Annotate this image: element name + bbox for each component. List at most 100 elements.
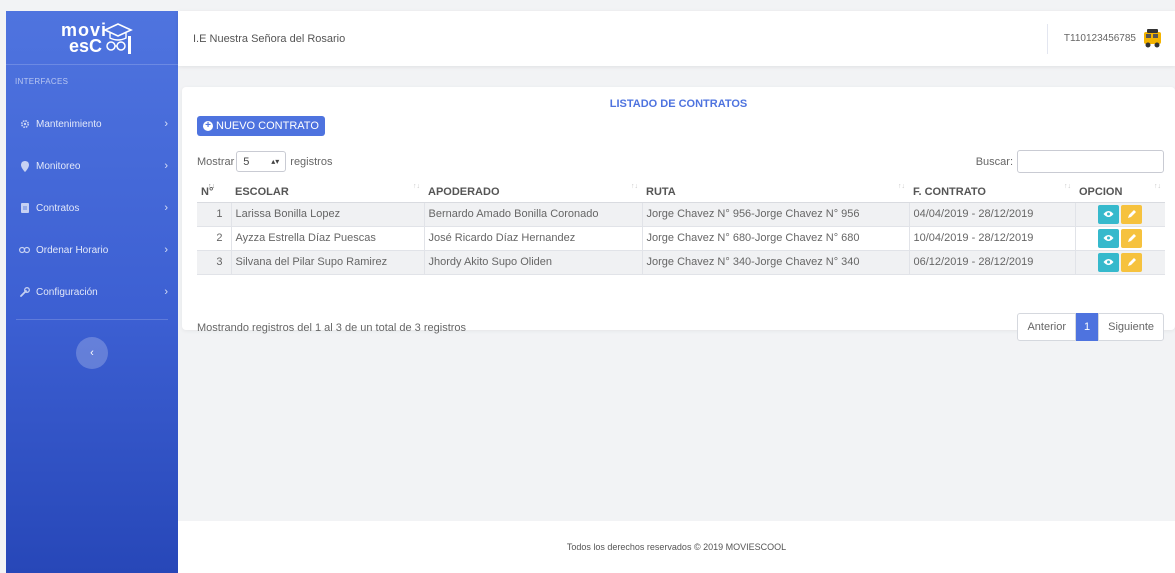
sidebar-item-label: Configuración (36, 286, 98, 298)
cell-escolar: Larissa Bonilla Lopez (230, 202, 424, 227)
search-label: Buscar: (975, 155, 1013, 168)
chevron-right-icon: › (164, 202, 168, 214)
sort-icon: ↑↓ (1154, 183, 1161, 190)
edit-button[interactable] (1121, 252, 1143, 272)
column-header-apoderado[interactable]: APODERADO ↑↓ (424, 183, 642, 203)
view-button[interactable] (1098, 228, 1120, 248)
document-icon (19, 203, 30, 214)
brand-logo[interactable]: movi esC (47, 18, 137, 58)
select-arrows-icon: ▴▾ (271, 157, 280, 166)
eye-icon (1103, 211, 1114, 217)
page-title: LISTADO DE CONTRATOS (609, 98, 748, 110)
chevron-right-icon: › (164, 118, 168, 130)
cell-ruta: Jorge Chavez N° 680-Jorge Chavez N° 680 (641, 226, 909, 251)
sidebar-item-monitoreo[interactable]: Monitoreo › (6, 145, 178, 187)
new-contract-button[interactable]: + NUEVO CONTRATO (197, 116, 325, 136)
sort-icon: ↑↓ (208, 183, 215, 190)
cell-fecha: 04/04/2019 - 28/12/2019 (908, 202, 1075, 227)
column-header-ruta[interactable]: RUTA ↑↓ (642, 183, 909, 203)
cell-ruta: Jorge Chavez N° 340-Jorge Chavez N° 340 (641, 250, 909, 275)
cell-escolar: Ayzza Estrella Díaz Puescas (230, 226, 424, 251)
eye-icon (1103, 235, 1114, 241)
gear-icon (19, 119, 30, 130)
cell-ruta: Jorge Chavez N° 956-Jorge Chavez N° 956 (641, 202, 909, 227)
pagination: Anterior 1 Siguiente (1017, 313, 1164, 341)
search-input[interactable] (1017, 150, 1164, 173)
table-row: 2 Ayzza Estrella Díaz Puescas José Ricar… (197, 226, 1165, 251)
cell-apoderado: José Ricardo Díaz Hernandez (423, 226, 642, 251)
brand-logo-line2: esC (69, 35, 103, 56)
sidebar-item-contratos[interactable]: Contratos › (6, 187, 178, 229)
cell-apoderado: Jhordy Akito Supo Oliden (423, 250, 642, 275)
cell-n: 1 (197, 202, 231, 227)
sort-icon: ↑↓ (631, 183, 638, 190)
sidebar-item-label: Contratos (36, 202, 80, 214)
chevron-right-icon: › (164, 160, 168, 172)
page-length-control: Mostrar 5 ▴▾ registros (197, 151, 332, 172)
sort-icon: ↑↓ (898, 183, 905, 190)
chevron-right-icon: › (164, 244, 168, 256)
sidebar-item-mantenimiento[interactable]: Mantenimiento › (6, 103, 178, 145)
cell-fecha: 10/04/2019 - 28/12/2019 (908, 226, 1075, 251)
cell-apoderado: Bernardo Amado Bonilla Coronado (423, 202, 642, 227)
cell-n: 2 (197, 226, 231, 251)
column-header-escolar[interactable]: ESCOLAR ↑↓ (231, 183, 424, 203)
sidebar-toggle-button[interactable]: ‹ (76, 337, 108, 369)
new-contract-label: NUEVO CONTRATO (216, 120, 319, 132)
chevron-right-icon: › (164, 286, 168, 298)
table-row: 1 Larissa Bonilla Lopez Bernardo Amado B… (197, 202, 1165, 227)
footer: Todos los derechos reservados © 2019 MOV… (178, 521, 1175, 573)
table-info: Mostrando registros del 1 al 3 de un tot… (197, 322, 467, 334)
link-icon (19, 245, 30, 256)
pencil-icon (1127, 234, 1136, 242)
contracts-card: LISTADO DE CONTRATOS + NUEVO CONTRATO Mo… (182, 87, 1175, 341)
topbar-divider (1046, 23, 1048, 54)
edit-button[interactable] (1121, 204, 1143, 224)
pagination-previous[interactable]: Anterior (1017, 313, 1076, 341)
view-button[interactable] (1098, 204, 1120, 224)
sidebar-section-heading: INTERFACES (15, 77, 69, 86)
cell-escolar: Silvana del Pilar Supo Ramirez (230, 250, 424, 275)
contracts-table: N° ↑↓ ESCOLAR ↑↓ APODERADO ↑↓ RUTA ↑↓ F. CON… (197, 183, 1165, 275)
sidebar-item-label: Monitoreo (36, 160, 81, 172)
pagination-page-current[interactable]: 1 (1076, 313, 1099, 341)
table-row: 3 Silvana del Pilar Supo Ramirez Jhordy … (197, 250, 1165, 275)
table-header-row: N° ↑↓ ESCOLAR ↑↓ APODERADO ↑↓ RUTA ↑↓ F. CON… (197, 183, 1165, 203)
edit-button[interactable] (1121, 228, 1143, 248)
sort-icon: ↑↓ (413, 183, 420, 190)
page-length-select[interactable]: 5 ▴▾ (236, 151, 287, 172)
eye-icon (1103, 259, 1114, 265)
sidebar-item-configuracion[interactable]: Configuración › (6, 271, 178, 313)
sidebar: movi esC INTERFACES Mantenimiento › Moni… (6, 11, 178, 573)
pencil-icon (1127, 210, 1136, 218)
pagination-next[interactable]: Siguiente (1098, 313, 1164, 341)
school-bus-avatar-icon[interactable] (1142, 28, 1164, 49)
sidebar-item-label: Mantenimiento (36, 118, 102, 130)
cell-n: 3 (197, 250, 231, 275)
sidebar-item-label: Ordenar Horario (36, 244, 109, 256)
pencil-icon (1127, 258, 1136, 266)
sidebar-item-ordenar-horario[interactable]: Ordenar Horario › (6, 229, 178, 271)
brand[interactable]: movi esC (6, 11, 178, 65)
sidebar-divider (16, 319, 168, 320)
cell-opcion (1074, 250, 1165, 275)
school-name: I.E Nuestra Señora del Rosario (193, 32, 346, 45)
cell-opcion (1074, 226, 1165, 251)
search-control: Buscar: (976, 150, 1164, 173)
column-header-fecha[interactable]: F. CONTRATO ↑↓ (909, 183, 1075, 203)
map-marker-icon (19, 160, 30, 172)
column-header-opcion[interactable]: OPCION ↑↓ (1075, 183, 1165, 203)
sort-icon: ↑↓ (1064, 183, 1071, 190)
wrench-icon (19, 287, 30, 298)
chevron-left-icon: ‹ (90, 347, 94, 359)
page-length-value: 5 (243, 155, 250, 168)
graduation-cap-icon (103, 22, 133, 54)
topbar: I.E Nuestra Señora del Rosario T11012345… (178, 11, 1175, 66)
length-suffix: registros (290, 155, 333, 168)
footer-copyright: Todos los derechos reservados © 2019 MOV… (566, 542, 787, 552)
user-id[interactable]: T110123456785 (1064, 33, 1136, 44)
view-button[interactable] (1098, 252, 1120, 272)
cell-fecha: 06/12/2019 - 28/12/2019 (908, 250, 1075, 275)
column-header-n[interactable]: N° ↑↓ (197, 183, 231, 203)
cell-opcion (1074, 202, 1165, 227)
